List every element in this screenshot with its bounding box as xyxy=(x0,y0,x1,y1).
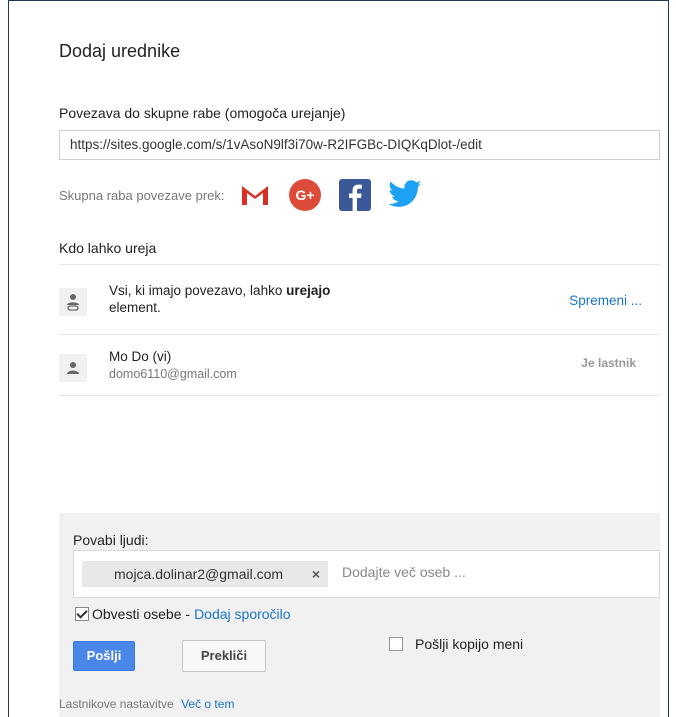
divider xyxy=(59,395,660,396)
owner-settings-label: Lastnikove nastavitve xyxy=(59,697,174,711)
dialog-title: Dodaj urednike xyxy=(59,41,181,61)
copy-me-label: Pošlji kopijo meni xyxy=(415,636,524,652)
owner-name: Mo Do (vi) xyxy=(109,349,172,364)
invite-panel: Povabi ljudi: mojca.dolinar2@gmail.com ×… xyxy=(59,513,660,717)
link-access-row: Vsi, ki imajo povezavo, lahko urejajo el… xyxy=(59,276,660,336)
copy-me-checkbox[interactable] xyxy=(389,637,403,651)
who-can-edit-label: Kdo lahko ureja xyxy=(59,240,157,256)
facebook-icon[interactable] xyxy=(337,177,373,213)
email-chip[interactable]: mojca.dolinar2@gmail.com × xyxy=(82,561,328,587)
notify-checkbox[interactable] xyxy=(75,607,89,621)
gmail-icon[interactable] xyxy=(237,177,273,213)
link-user-icon xyxy=(59,288,87,316)
link-access-prefix: Vsi, ki imajo povezavo, lahko xyxy=(109,283,287,298)
invite-input-placeholder[interactable]: Dodajte več oseb ... xyxy=(342,564,466,580)
owner-role-tag: Je lastnik xyxy=(581,356,636,370)
link-access-suffix: element. xyxy=(109,300,161,315)
svg-text:G+: G+ xyxy=(295,187,314,203)
divider xyxy=(59,334,660,335)
share-link-label: Povezava do skupne rabe (omogoča urejanj… xyxy=(59,105,346,121)
send-button[interactable]: Pošlji xyxy=(73,641,135,671)
footer: Lastnikove nastavitve Več o tem xyxy=(59,697,234,711)
person-icon xyxy=(59,354,87,382)
learn-more-link[interactable]: Več o tem xyxy=(181,697,234,711)
share-url-input[interactable]: https://sites.google.com/s/1vAsoN9lf3i70… xyxy=(59,130,660,160)
share-via-row: Skupna raba povezave prek: G+ xyxy=(59,175,437,215)
link-access-bold: urejajo xyxy=(286,283,331,298)
add-message-link[interactable]: Dodaj sporočilo xyxy=(194,606,291,622)
owner-email: domo6110@gmail.com xyxy=(109,367,237,381)
share-via-label: Skupna raba povezave prek: xyxy=(59,187,225,203)
google-plus-icon[interactable]: G+ xyxy=(287,177,323,213)
chip-email: mojca.dolinar2@gmail.com xyxy=(114,566,284,582)
twitter-icon[interactable] xyxy=(387,177,423,213)
divider xyxy=(59,264,660,265)
copy-me-row: Pošlji kopijo meni xyxy=(389,636,523,652)
owner-row: Mo Do (vi) domo6110@gmail.com Je lastnik xyxy=(59,342,660,402)
link-access-text: Vsi, ki imajo povezavo, lahko urejajo el… xyxy=(109,282,330,316)
invite-input-box[interactable]: mojca.dolinar2@gmail.com × Dodajte več o… xyxy=(73,550,660,598)
cancel-button[interactable]: Prekliči xyxy=(182,640,266,672)
chip-remove-icon[interactable]: × xyxy=(312,561,320,587)
notify-row: Obvesti osebe - Dodaj sporočilo xyxy=(75,606,291,622)
invite-label: Povabi ljudi: xyxy=(73,532,149,548)
notify-label: Obvesti osebe - xyxy=(92,606,191,622)
owner-info: Mo Do (vi) domo6110@gmail.com xyxy=(109,348,237,383)
change-access-link[interactable]: Spremeni ... xyxy=(569,293,642,308)
